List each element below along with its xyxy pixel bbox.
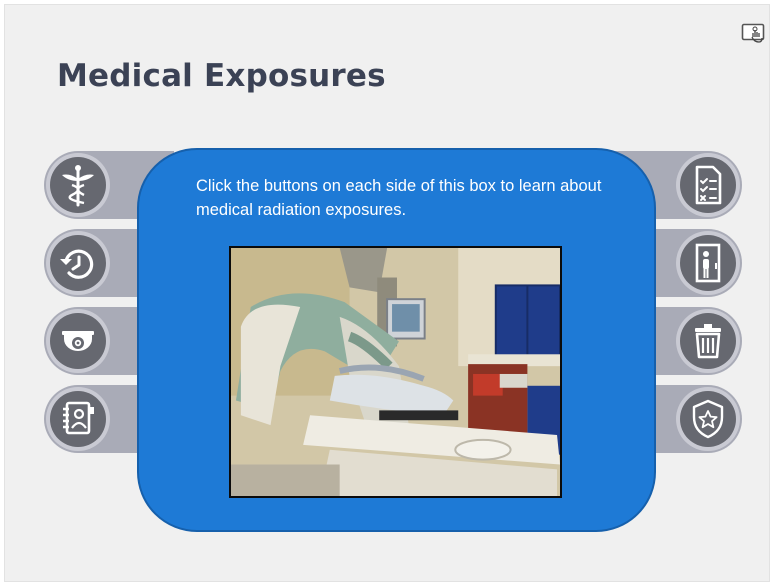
- security-button[interactable]: [46, 309, 110, 373]
- caduceus-icon: [62, 165, 94, 207]
- trash-can-icon: [695, 324, 721, 359]
- badge-button[interactable]: [676, 387, 740, 451]
- checklist-button[interactable]: [676, 153, 740, 217]
- touch-screen-icon[interactable]: [741, 22, 767, 44]
- history-button[interactable]: [46, 231, 110, 295]
- contacts-button[interactable]: [46, 387, 110, 451]
- checklist-document-icon: [695, 165, 722, 205]
- history-icon: [60, 249, 94, 279]
- person-doorway-icon: [695, 243, 721, 283]
- contact-book-icon: [63, 401, 94, 435]
- ct-scanner-photo: [229, 246, 562, 498]
- doorway-button[interactable]: [676, 231, 740, 295]
- intro-text: Click the buttons on each side of this b…: [196, 177, 602, 219]
- police-badge-icon: [692, 399, 724, 439]
- medical-button[interactable]: [46, 153, 110, 217]
- disposal-button[interactable]: [676, 309, 740, 373]
- page-title: Medical Exposures: [57, 58, 386, 94]
- security-camera-icon: [62, 331, 94, 351]
